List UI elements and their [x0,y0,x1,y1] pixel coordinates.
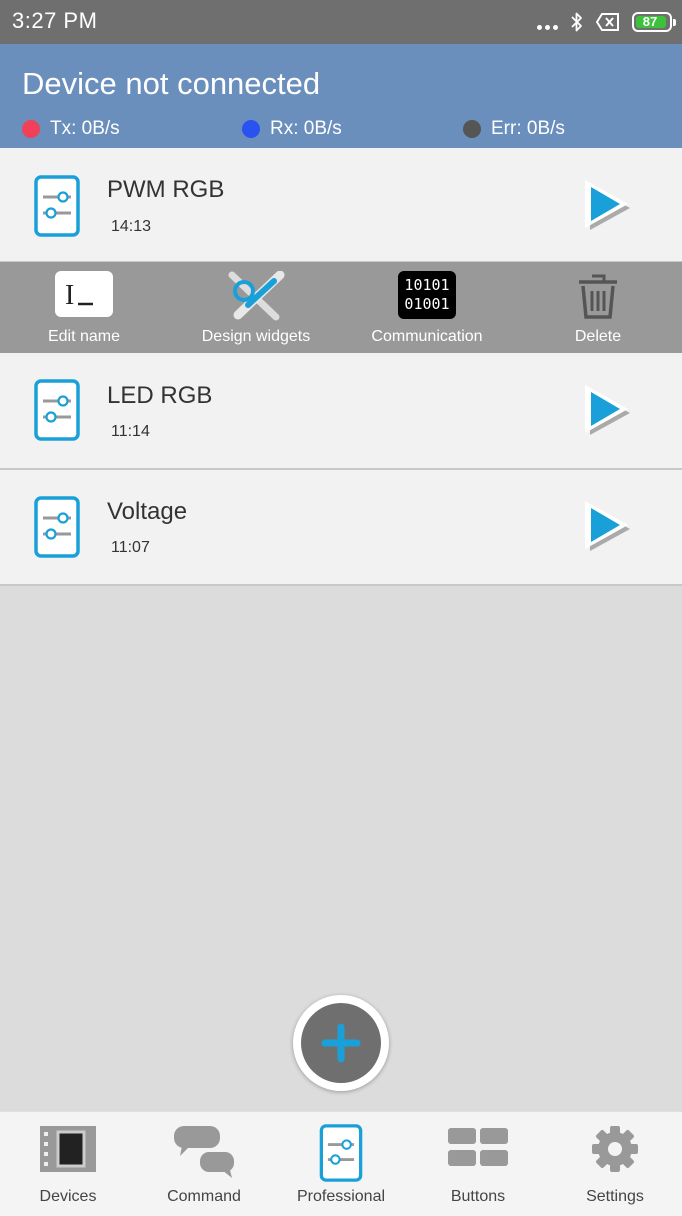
nav-devices-label: Devices [39,1188,97,1205]
sliders-icon [319,1124,363,1182]
tx-label: Tx: 0B/s [50,118,120,139]
binary-icon: 10101 01001 [398,271,456,319]
rx-stat: Rx: 0B/s [242,118,342,140]
gear-icon [592,1126,638,1172]
delete-button[interactable]: Delete [518,262,678,353]
battery-icon: 87 [632,12,676,32]
communication-label: Communication [371,328,483,345]
item-action-bar: I Edit name Design widgets 10101 01001 C… [0,262,682,353]
item-name: LED RGB [107,382,213,409]
tx-dot-icon [22,120,40,138]
connection-header: Device not connected Tx: 0B/s Rx: 0B/s E… [0,44,682,148]
bluetooth-icon [571,12,582,32]
edit-name-label: Edit name [47,328,121,345]
nav-command-label: Command [167,1188,241,1205]
list-item[interactable]: Voltage 11:07 [0,470,682,586]
item-time: 11:14 [111,423,150,440]
sim-x-icon [596,13,619,31]
chat-bubbles-icon [174,1126,234,1178]
nav-settings-label: Settings [586,1188,644,1205]
nav-command[interactable]: Command [136,1112,272,1216]
edit-name-button[interactable]: I Edit name [4,262,164,353]
grid-buttons-icon [448,1128,508,1166]
design-tools-icon [228,271,285,321]
svg-text:I: I [65,280,74,311]
nav-professional[interactable]: Professional [273,1112,409,1216]
sliders-icon [34,496,80,558]
nav-settings[interactable]: Settings [547,1112,682,1216]
list-item[interactable]: PWM RGB 14:13 [0,148,682,263]
status-time: 3:27 PM [12,8,98,33]
add-button-inner [301,1003,381,1083]
rx-label: Rx: 0B/s [270,118,342,139]
item-time: 11:07 [111,539,150,556]
device-board-icon [40,1126,96,1172]
plus-icon [321,1023,361,1063]
battery-level: 87 [642,14,658,29]
status-icons: 87 [537,10,676,34]
item-time: 14:13 [111,218,152,235]
design-widgets-label: Design widgets [201,328,311,345]
list-item[interactable]: LED RGB 11:14 [0,353,682,470]
sliders-icon [34,379,80,441]
nav-professional-label: Professional [296,1188,386,1205]
tx-stat: Tx: 0B/s [22,118,120,140]
add-button[interactable] [293,995,389,1091]
item-name: PWM RGB [107,176,225,203]
play-icon[interactable] [580,382,632,438]
play-icon[interactable] [580,498,632,554]
item-name: Voltage [107,498,188,525]
play-icon[interactable] [580,177,632,233]
err-label: Err: 0B/s [491,118,565,139]
more-dots-icon [537,14,558,30]
design-widgets-button[interactable]: Design widgets [176,262,336,353]
status-bar: 3:27 PM 87 [0,0,682,44]
trash-icon [579,274,617,319]
text-cursor-icon: I [55,271,113,317]
sliders-icon [34,175,80,237]
err-stat: Err: 0B/s [463,118,565,140]
rx-dot-icon [242,120,260,138]
nav-buttons[interactable]: Buttons [410,1112,546,1216]
nav-buttons-label: Buttons [450,1188,506,1205]
nav-devices[interactable]: Devices [0,1112,136,1216]
communication-button[interactable]: 10101 01001 Communication [347,262,507,353]
connection-title: Device not connected [22,66,321,101]
bottom-nav: Devices Command Professional Buttons Set… [0,1111,682,1216]
delete-label: Delete [574,328,622,345]
err-dot-icon [463,120,481,138]
